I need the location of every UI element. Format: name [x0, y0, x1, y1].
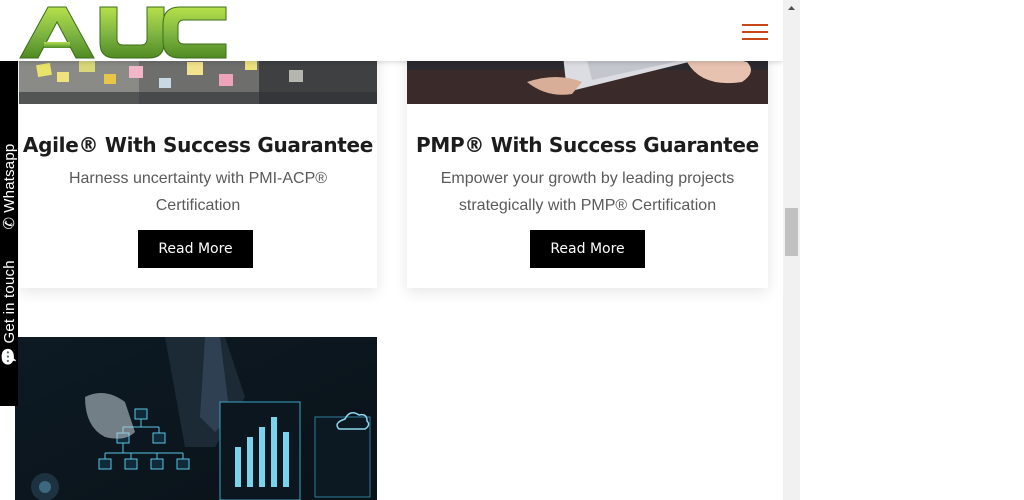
card-title: Agile® With Success Guarantee — [22, 133, 374, 157]
scroll-up-arrow-icon[interactable] — [783, 0, 800, 17]
card-image-business-charts — [15, 337, 377, 500]
card-description: Empower your growth by leading projects … — [440, 170, 735, 214]
brand-logo[interactable] — [18, 4, 228, 60]
card-description: Harness uncertainty with PMI-ACP® Certif… — [68, 170, 328, 214]
vertical-scrollbar[interactable] — [783, 0, 800, 500]
chat-icon: 💬 — [1, 347, 18, 367]
whatsapp-icon: ✆ — [1, 216, 18, 230]
blank-area — [800, 0, 1024, 500]
side-contact-tab[interactable]: 💬 Get in touch ✆ Whatsapp — [0, 61, 18, 406]
side-tab-text[interactable]: 💬 Get in touch ✆ Whatsapp — [0, 144, 18, 371]
hamburger-menu-icon[interactable] — [740, 22, 770, 42]
whatsapp-label[interactable]: Whatsapp — [1, 144, 18, 213]
get-in-touch-label[interactable]: Get in touch — [1, 260, 18, 343]
read-more-button[interactable]: Read More — [530, 230, 645, 268]
scrollbar-thumb[interactable] — [785, 208, 798, 256]
card-title: PMP® With Success Guarantee — [416, 133, 759, 157]
read-more-button[interactable]: Read More — [138, 230, 253, 268]
page-viewport: Agile® With Success Guarantee Harness un… — [0, 0, 783, 500]
site-header — [0, 0, 783, 61]
